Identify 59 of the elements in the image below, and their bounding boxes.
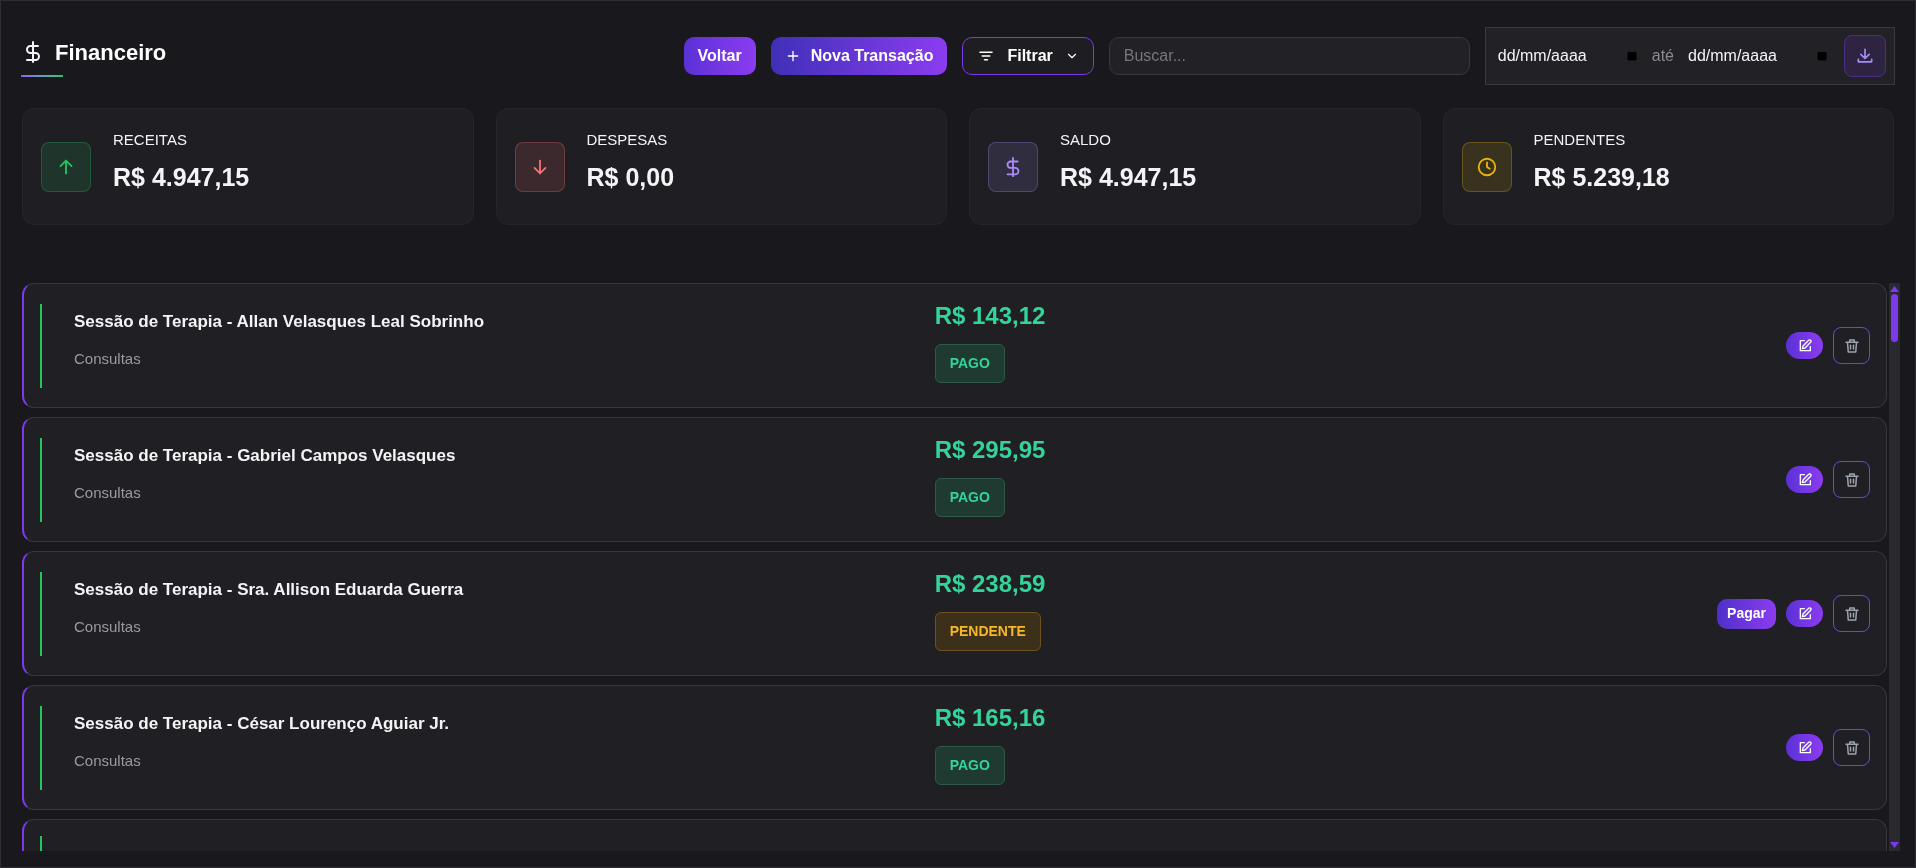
scrollbar-track[interactable] [1889, 283, 1900, 851]
calendar-icon [1625, 50, 1638, 62]
edit-button[interactable] [1786, 332, 1823, 359]
transaction-amount: R$ 143,12 [934, 301, 1046, 331]
transaction-title: Sessão de Terapia - Allan Velasques Leal Sobrinho [74, 310, 486, 333]
edit-button[interactable] [1786, 466, 1823, 493]
delete-button[interactable] [1833, 595, 1870, 632]
back-button[interactable]: Voltar [683, 37, 756, 75]
trash-icon [1842, 470, 1861, 489]
edit-button[interactable] [1786, 734, 1823, 761]
transaction-category: Consultas [74, 349, 142, 369]
download-icon [1855, 46, 1875, 66]
status-badge: PAGO [934, 344, 1005, 383]
scroll-down-arrow-icon[interactable] [1890, 842, 1899, 848]
transaction-card[interactable]: Sessão de Terapia - Gabriel Campos Velasques Consultas R$ 295,95 PAGO [22, 417, 1887, 542]
scroll-up-arrow-icon[interactable] [1890, 286, 1899, 292]
status-badge: PAGO [934, 478, 1005, 517]
transaction-category: Consultas [74, 751, 142, 771]
transaction-card[interactable]: Sessão de Terapia - Sra. Allison Eduarda Guerra Consultas R$ 238,59 PENDENTE Pagar [22, 551, 1887, 676]
summary-value: R$ 4.947,15 [113, 162, 250, 193]
transaction-amount: R$ 238,59 [934, 569, 1046, 599]
delete-button[interactable] [1833, 729, 1870, 766]
delete-button[interactable] [1833, 461, 1870, 498]
pay-button[interactable]: Pagar [1717, 598, 1776, 629]
page-title: Financeiro [55, 38, 167, 67]
summary-value: R$ 5.239,18 [1533, 162, 1670, 193]
transaction-amount: R$ 295,95 [934, 435, 1046, 465]
summary-label: RECEITAS [113, 129, 188, 150]
delete-button[interactable] [1833, 327, 1870, 364]
filter-button[interactable]: Filtrar [962, 37, 1094, 75]
date-range-separator: até [1651, 46, 1674, 66]
trash-icon [1842, 738, 1861, 757]
title-underline [21, 74, 63, 77]
trash-icon [1842, 336, 1861, 355]
new-transaction-button[interactable]: Nova Transação [770, 37, 948, 75]
download-button[interactable] [1844, 35, 1886, 77]
summary-label: DESPESAS [586, 129, 669, 150]
transaction-title: Sessão de Terapia - Gabriel Campos Velasques [74, 444, 457, 467]
transaction-title: Sessão de Terapia - César Lourenço Aguiar Jr. [74, 712, 451, 735]
trash-icon [1842, 604, 1861, 623]
transaction-category: Consultas [74, 483, 142, 503]
transaction-title: Sessão de Terapia - Sra. Allison Eduarda Guerra [74, 578, 465, 601]
summary-value: R$ 4.947,15 [1060, 162, 1197, 193]
transaction-card[interactable]: Sessão de Terapia - Allan Velasques Leal Sobrinho Consultas R$ 143,12 PAGO [22, 283, 1887, 408]
transaction-category: Consultas [74, 617, 142, 637]
status-badge: PENDENTE [934, 612, 1041, 651]
transaction-amount: R$ 165,16 [934, 703, 1046, 733]
summary-value: R$ 0,00 [586, 162, 675, 193]
calendar-icon [1816, 50, 1828, 62]
scrollbar-thumb[interactable] [1891, 294, 1898, 342]
clock-icon [1475, 155, 1498, 178]
date-to-field[interactable]: dd/mm/aaaa [1688, 44, 1798, 68]
summary-label: PENDENTES [1533, 129, 1627, 150]
search-field[interactable]: Buscar... [1108, 37, 1470, 75]
date-from-field[interactable]: dd/mm/aaaa [1497, 44, 1608, 68]
transaction-card[interactable]: Sessão de Terapia - César Lourenço Aguiar Jr. Consultas R$ 165,16 PAGO [22, 685, 1887, 810]
summary-label: SALDO [1060, 129, 1112, 150]
edit-button[interactable] [1786, 600, 1823, 627]
status-badge: PAGO [934, 746, 1005, 785]
